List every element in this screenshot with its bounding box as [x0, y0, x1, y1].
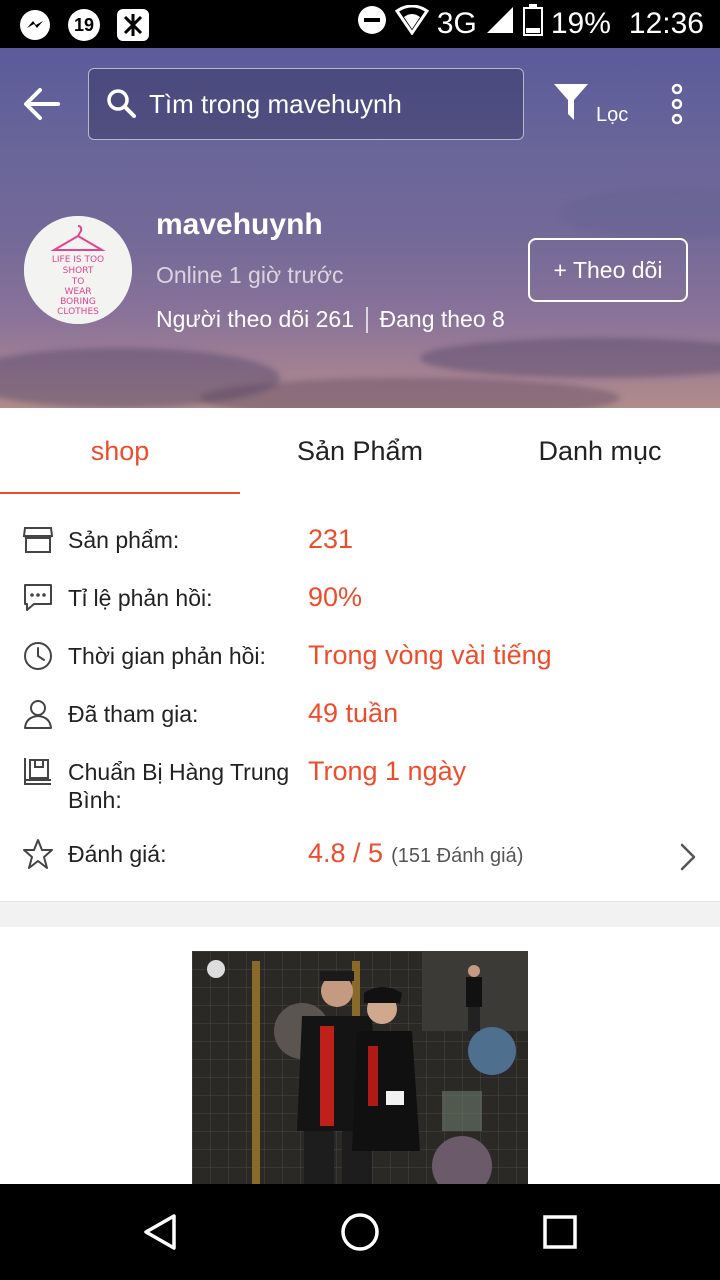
svg-text:LIFE IS TOO: LIFE IS TOO [52, 255, 104, 265]
wifi-icon [394, 4, 429, 44]
info-value: 90% [308, 582, 363, 612]
filter-icon [554, 84, 588, 120]
info-value: 49 tuần [308, 698, 399, 728]
info-row-response-rate: Tỉ lệ phản hồi: 90% [0, 580, 720, 620]
shop-name: mavehuynh [156, 208, 323, 241]
shop-logo: LIFE IS TOO SHORT TO WEAR BORING CLOTHES [24, 216, 132, 324]
signal-icon [485, 5, 515, 44]
store-icon [22, 524, 54, 556]
shop-header: Tìm trong mavehuynh Lọc LIFE IS TOO SHOR… [0, 48, 720, 408]
info-value: 231 [308, 524, 354, 554]
svg-text:WEAR: WEAR [65, 287, 92, 297]
divider [366, 306, 368, 333]
info-label: Đánh giá: [68, 841, 167, 867]
back-arrow-icon [24, 88, 60, 120]
info-row-response-time: Thời gian phản hồi: Trong vòng vài tiếng [0, 638, 720, 678]
info-row-prep-time: Chuẩn Bị Hàng Trung Bình: Trong 1 ngày [0, 754, 720, 824]
back-button[interactable] [22, 86, 66, 122]
back-nav-button[interactable] [140, 1212, 180, 1252]
info-label: Chuẩn Bị Hàng Trung Bình: [68, 759, 290, 813]
search-icon [105, 87, 137, 119]
chevron-right-icon[interactable] [676, 842, 700, 872]
rating-count: (151 Đánh giá) [391, 845, 524, 867]
info-row-joined: Đã tham gia: 49 tuần [0, 696, 720, 736]
chat-icon [22, 582, 54, 614]
tab-products[interactable]: Sản Phẩm [240, 408, 480, 494]
messenger-icon [18, 8, 52, 42]
svg-text:BORING: BORING [60, 297, 96, 307]
fashion-photo [192, 951, 528, 1184]
tab-categories[interactable]: Danh mục [480, 408, 720, 494]
svg-text:SHORT: SHORT [63, 266, 94, 276]
following-count[interactable]: Đang theo 8 [380, 306, 505, 333]
triangle-back-icon [144, 1214, 176, 1250]
do-not-disturb-icon [357, 5, 387, 44]
shop-banner-image[interactable] [192, 951, 528, 1184]
square-recents-icon [543, 1215, 577, 1249]
follow-stats: Người theo dõi 261 Đang theo 8 [156, 306, 505, 333]
search-placeholder: Tìm trong mavehuynh [149, 89, 402, 119]
more-vertical-icon [671, 83, 683, 125]
user-icon [22, 698, 54, 730]
svg-text:CLOTHES: CLOTHES [57, 307, 99, 317]
battery-level: 19% [550, 7, 611, 40]
notification-badge: 19 [68, 9, 100, 41]
shop-avatar[interactable]: LIFE IS TOO SHORT TO WEAR BORING CLOTHES [24, 216, 132, 324]
clock: 12:36 [628, 7, 704, 40]
info-label: Tỉ lệ phản hồi: [68, 585, 213, 611]
star-icon [22, 838, 54, 870]
rating-score: 4.8 / 5 [308, 838, 384, 868]
followers-count[interactable]: Người theo dõi 261 [156, 306, 354, 333]
info-value: Trong vòng vài tiếng [308, 640, 552, 670]
info-row-rating[interactable]: Đánh giá: 4.8 / 5 (151 Đánh giá) [0, 836, 720, 876]
status-bar: 19 3G 19% 12:36 [0, 0, 720, 48]
info-label: Thời gian phản hồi: [68, 643, 266, 669]
follow-button[interactable]: + Theo dõi [528, 238, 688, 302]
info-label: Sản phẩm: [68, 527, 180, 553]
tab-shop[interactable]: shop [0, 408, 240, 494]
clock-icon [22, 640, 54, 672]
more-options-button[interactable] [662, 82, 692, 126]
info-value: Trong 1 ngày [308, 756, 467, 786]
info-label: Đã tham gia: [68, 701, 199, 727]
app-icon [116, 8, 150, 42]
search-input[interactable]: Tìm trong mavehuynh [88, 68, 524, 140]
circle-home-icon [341, 1213, 379, 1251]
section-divider [0, 901, 720, 927]
info-row-products: Sản phẩm: 231 [0, 522, 720, 562]
network-type: 3G [436, 7, 477, 40]
battery-icon [522, 3, 543, 45]
online-status: Online 1 giờ trước [156, 262, 344, 288]
tab-bar: shop Sản Phẩm Danh mục [0, 408, 720, 494]
home-nav-button[interactable] [340, 1212, 380, 1252]
recents-nav-button[interactable] [540, 1212, 580, 1252]
system-nav-bar [0, 1184, 720, 1280]
rating-value: 4.8 / 5 (151 Đánh giá) [308, 838, 523, 869]
svg-text:TO: TO [71, 277, 85, 287]
package-icon [22, 756, 54, 788]
filter-button[interactable]: Lọc [552, 82, 632, 132]
filter-label: Lọc [596, 104, 629, 126]
